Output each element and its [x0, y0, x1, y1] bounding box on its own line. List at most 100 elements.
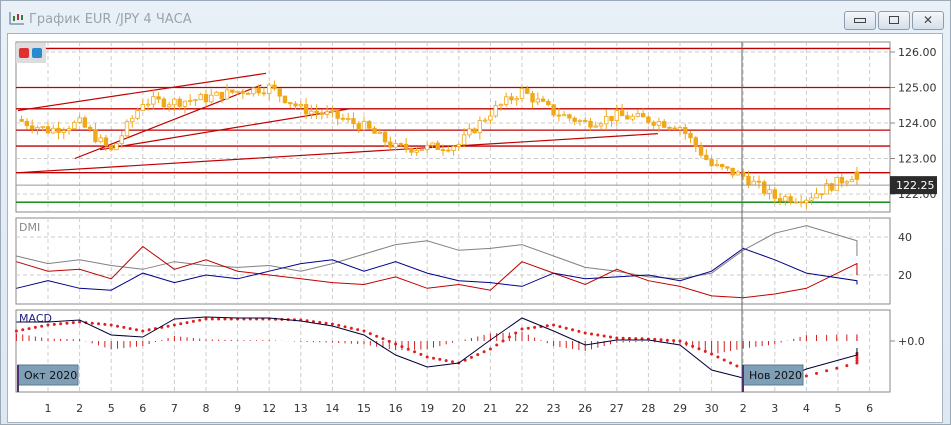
candle-body: [361, 120, 367, 130]
macd-signal-dot: [697, 347, 701, 351]
candle-body: [509, 96, 514, 101]
macd-signal-dot: [147, 328, 151, 332]
y-tick-label: 125.00: [898, 82, 937, 95]
candle-body: [414, 150, 419, 153]
candle-body: [29, 125, 35, 130]
candle-body: [714, 163, 720, 167]
chart-svg[interactable]: 1 2 5 6 7 8 9 12 13 14 15 16 19 20 21 22 23 26 27 28 29 30 2 3 4…: [0, 0, 951, 425]
candle-body: [124, 121, 130, 137]
candle-body: [577, 120, 583, 122]
macd-signal-dot: [684, 342, 688, 346]
macd-signal-dot: [71, 321, 75, 325]
candle-body: [356, 123, 361, 130]
month-label: Нов 2020: [749, 369, 802, 382]
candle-body: [135, 110, 140, 119]
macd-signal-dot: [501, 339, 505, 343]
candle-body: [477, 120, 483, 134]
candle-body: [72, 121, 77, 130]
candle-body: [482, 119, 488, 122]
macd-signal-dot: [615, 336, 619, 340]
macd-signal-dot: [495, 343, 499, 347]
macd-signal-dot: [179, 322, 183, 326]
macd-signal-dot: [368, 332, 372, 336]
candle-body: [93, 129, 98, 143]
candle-body: [672, 127, 677, 130]
candle-body: [583, 120, 588, 122]
macd-signal-dot: [21, 328, 25, 332]
candle-body: [187, 99, 193, 102]
macd-label: MACD: [19, 312, 52, 325]
candle-body: [235, 90, 240, 93]
candle-body: [24, 120, 30, 127]
candle-body: [630, 115, 635, 120]
candle-body: [130, 117, 135, 123]
candle-body: [367, 120, 372, 129]
macd-signal-dot: [343, 325, 347, 329]
candle-body: [451, 146, 456, 151]
month-label: Окт 2020: [24, 369, 77, 382]
macd-signal-dot: [450, 360, 454, 364]
x-tick-label: 21: [483, 402, 497, 415]
candle-body: [288, 102, 293, 105]
macd-signal-dot: [678, 339, 682, 343]
macd-signal-dot: [27, 327, 31, 331]
candle-body: [730, 167, 735, 176]
macd-signal-dot: [533, 325, 537, 329]
candle-body: [735, 171, 741, 176]
macd-signal-dot: [608, 335, 612, 339]
current-price-label: 122.25: [896, 179, 935, 192]
candle-body: [324, 111, 330, 115]
candle-body: [503, 96, 509, 105]
candle-body: [214, 91, 219, 96]
candle-body: [203, 94, 209, 103]
macd-signal-dot: [564, 326, 568, 330]
candle-body: [625, 115, 630, 120]
macd-signal-dot: [381, 337, 385, 341]
candle-body: [746, 175, 751, 186]
candle-body: [77, 117, 82, 123]
candle-body: [314, 110, 319, 114]
x-tick-label: 3: [771, 402, 778, 415]
candle-body: [839, 176, 844, 184]
x-tick-label: 16: [389, 402, 403, 415]
macd-signal-dot: [59, 322, 63, 326]
macd-signal-dot: [476, 353, 480, 357]
candle-body: [172, 98, 177, 106]
candle-body: [467, 128, 472, 136]
candle-body: [704, 154, 709, 160]
candle-body: [593, 125, 598, 128]
macd-signal-dot: [217, 317, 221, 321]
candle-body: [535, 98, 540, 103]
x-tick-label: 19: [420, 402, 434, 415]
macd-signal-dot: [90, 321, 94, 325]
candle-body: [783, 196, 788, 202]
candle-body: [166, 104, 172, 108]
macd-signal-dot: [356, 328, 360, 332]
candle-body: [614, 110, 619, 122]
candle-body: [151, 96, 156, 105]
candle-body: [298, 104, 303, 107]
candle-body: [604, 116, 609, 125]
candle-body: [788, 196, 793, 203]
macd-signal-dot: [571, 328, 575, 332]
candle-body: [119, 135, 124, 145]
macd-signal-dot: [545, 324, 549, 328]
candle-body: [677, 127, 683, 130]
candle-body: [446, 149, 451, 152]
candle-body: [804, 199, 809, 204]
macd-signal-dot: [122, 325, 126, 329]
macd-signal-dot: [191, 319, 195, 323]
candle-body: [256, 87, 261, 94]
candle-body: [546, 100, 551, 106]
macd-signal-dot: [835, 366, 839, 370]
candle-body: [351, 118, 356, 124]
candle-body: [709, 159, 714, 167]
candle-body: [156, 96, 161, 100]
candle-body: [330, 110, 335, 113]
macd-signal-dot: [488, 347, 492, 351]
candle-body: [319, 112, 325, 115]
macd-signal-dot: [722, 358, 726, 362]
dmi-label: DMI: [19, 221, 40, 234]
macd-signal-dot: [621, 336, 625, 340]
x-tick-label: 1: [45, 402, 52, 415]
